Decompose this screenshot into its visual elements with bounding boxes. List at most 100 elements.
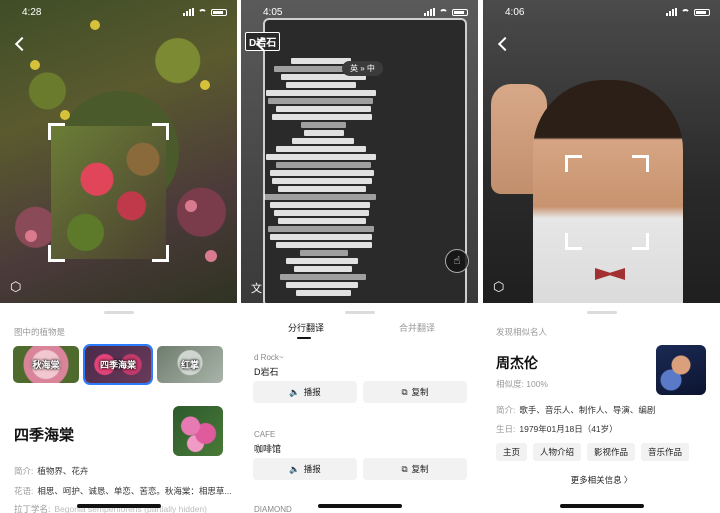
tag-music[interactable]: 音乐作品 (641, 443, 690, 461)
tap-hand-icon[interactable]: ☝ (445, 249, 469, 273)
wifi-icon (439, 8, 448, 16)
celebrity-birthday: 生日: 1979年01月18日（41岁） (496, 424, 618, 434)
overlay-text-strip (270, 170, 374, 176)
speaker-icon: 🔈 (289, 386, 300, 397)
source-text: d Rock~ (254, 353, 284, 362)
play-button[interactable]: 🔈 播报 (253, 458, 357, 480)
sheet-drag-handle[interactable] (586, 311, 617, 314)
overlay-text-strip (264, 194, 376, 200)
overlay-text-strip (280, 274, 366, 280)
battery-icon (211, 8, 227, 16)
plant-camera-photo (0, 0, 237, 303)
copy-icon: ⧉ (401, 463, 408, 474)
recognition-frame[interactable] (48, 123, 169, 262)
candidate-label: 四季海棠 (99, 360, 136, 370)
screenshot-stage: 4:28 ⬡ 图中的植物是 秋海棠 四季海棠 红掌 四季海棠 简介: 植物界、花… (0, 0, 720, 513)
status-bar: 4:06 (483, 0, 720, 22)
3d-cube-icon[interactable]: ⬡ (493, 279, 509, 295)
candidate-label: 秋海棠 (32, 360, 60, 370)
translated-text: 咖啡馆 (254, 444, 282, 454)
wifi-icon (198, 8, 207, 16)
flower-dot (185, 200, 197, 212)
overlay-text-strip (304, 130, 344, 136)
status-time: 4:05 (263, 7, 283, 18)
signal-icon (666, 8, 677, 16)
overlay-text-strip (278, 186, 366, 192)
overlay-text-strip (270, 202, 370, 208)
copy-button[interactable]: ⧉ 复制 (363, 458, 467, 480)
signal-icon (183, 8, 194, 16)
back-arrow-icon[interactable] (255, 38, 267, 50)
battery-icon (694, 8, 710, 16)
translate-icon[interactable]: 文 (251, 280, 262, 296)
overlay-text-strip (268, 98, 373, 104)
home-indicator (317, 504, 402, 508)
status-time: 4:06 (505, 7, 525, 18)
source-text: DIAMOND (254, 505, 292, 513)
sheet-drag-handle[interactable] (344, 311, 375, 314)
copy-button[interactable]: ⧉ 复制 (363, 381, 467, 403)
home-indicator (559, 504, 644, 508)
sheet-drag-handle[interactable] (103, 311, 134, 314)
3d-cube-icon[interactable]: ⬡ (10, 279, 26, 295)
overlay-text-strip (292, 138, 354, 144)
plant-flower-language: 花语: 相思、呵护、诚恳、单恋、苦恋。秋海棠：相思草... (14, 486, 232, 496)
overlay-text-strip (296, 290, 351, 296)
overlay-text-strip (286, 258, 358, 264)
more-info-link[interactable]: 更多相关信息 〉 (483, 474, 720, 486)
flower-dot (30, 60, 40, 70)
play-button[interactable]: 🔈 播报 (253, 381, 357, 403)
status-time: 4:28 (22, 7, 42, 18)
active-tab-indicator (297, 337, 311, 339)
home-indicator (76, 504, 161, 508)
overlay-text-strip (272, 114, 372, 120)
plant-photo-thumbnail[interactable] (173, 406, 223, 456)
copy-icon: ⧉ (401, 386, 408, 397)
back-arrow-icon[interactable] (497, 38, 509, 50)
overlay-text-strip (266, 154, 376, 160)
candidate-label: 红掌 (180, 360, 199, 370)
overlay-text-strip (286, 282, 358, 288)
flower-dot (205, 250, 217, 262)
tab-merged-translation[interactable]: 合并翻译 (399, 321, 435, 334)
tag-homepage[interactable]: 主页 (496, 443, 528, 461)
candidate-chip[interactable]: 秋海棠 (13, 346, 79, 383)
face-detection-frame[interactable] (565, 155, 649, 250)
plant-intro: 简介: 植物界、花卉 (14, 466, 89, 476)
overlay-text-strip (300, 250, 348, 256)
celebrity-tabs: 主页 人物介绍 影视作品 音乐作品 (496, 443, 690, 461)
overlay-text-strip (276, 162, 371, 168)
section-label: 图中的植物是 (14, 327, 66, 337)
tab-line-translation[interactable]: 分行翻译 (288, 321, 324, 334)
translation-tabs: 分行翻译 合并翻译 (241, 321, 478, 339)
face-camera-photo (483, 0, 720, 303)
candidate-chip-selected[interactable]: 四季海棠 (83, 344, 153, 385)
tag-profile[interactable]: 人物介绍 (533, 443, 582, 461)
plant-screen: 4:28 ⬡ 图中的植物是 秋海棠 四季海棠 红掌 四季海棠 简介: 植物界、花… (0, 0, 237, 513)
face-screen: 4:06 ⬡ 发现相似名人 周杰伦 相似度: 100% 简介: 歌手、音乐人、制作… (483, 0, 720, 513)
translated-text: D岩石 (254, 367, 279, 377)
overlay-text-strip (276, 242, 372, 248)
plant-name: 四季海棠 (14, 427, 75, 444)
overlay-text-strip (268, 226, 374, 232)
overlay-text-strip (294, 266, 352, 272)
wifi-icon (681, 8, 690, 16)
overlay-text-strip (274, 210, 369, 216)
celebrity-name: 周杰伦 (496, 355, 538, 371)
tag-films[interactable]: 影视作品 (587, 443, 636, 461)
overlay-text-strip (291, 58, 351, 64)
overlay-text-strip (272, 178, 372, 184)
status-bar: 4:05 (241, 0, 478, 22)
language-switch[interactable]: 英 » 中 (342, 61, 383, 76)
overlay-text-strip (278, 218, 366, 224)
translation-sheet: 分行翻译 合并翻译 (241, 307, 478, 513)
celebrity-photo[interactable] (656, 345, 706, 395)
battery-icon (452, 8, 468, 16)
back-arrow-icon[interactable] (14, 38, 26, 50)
overlay-text-strip (286, 82, 356, 88)
focused-plant-region (51, 126, 166, 259)
status-bar: 4:28 (0, 0, 237, 22)
similarity: 相似度: 100% (496, 379, 548, 389)
overlay-text-strip (301, 122, 346, 128)
candidate-chip[interactable]: 红掌 (157, 346, 223, 383)
